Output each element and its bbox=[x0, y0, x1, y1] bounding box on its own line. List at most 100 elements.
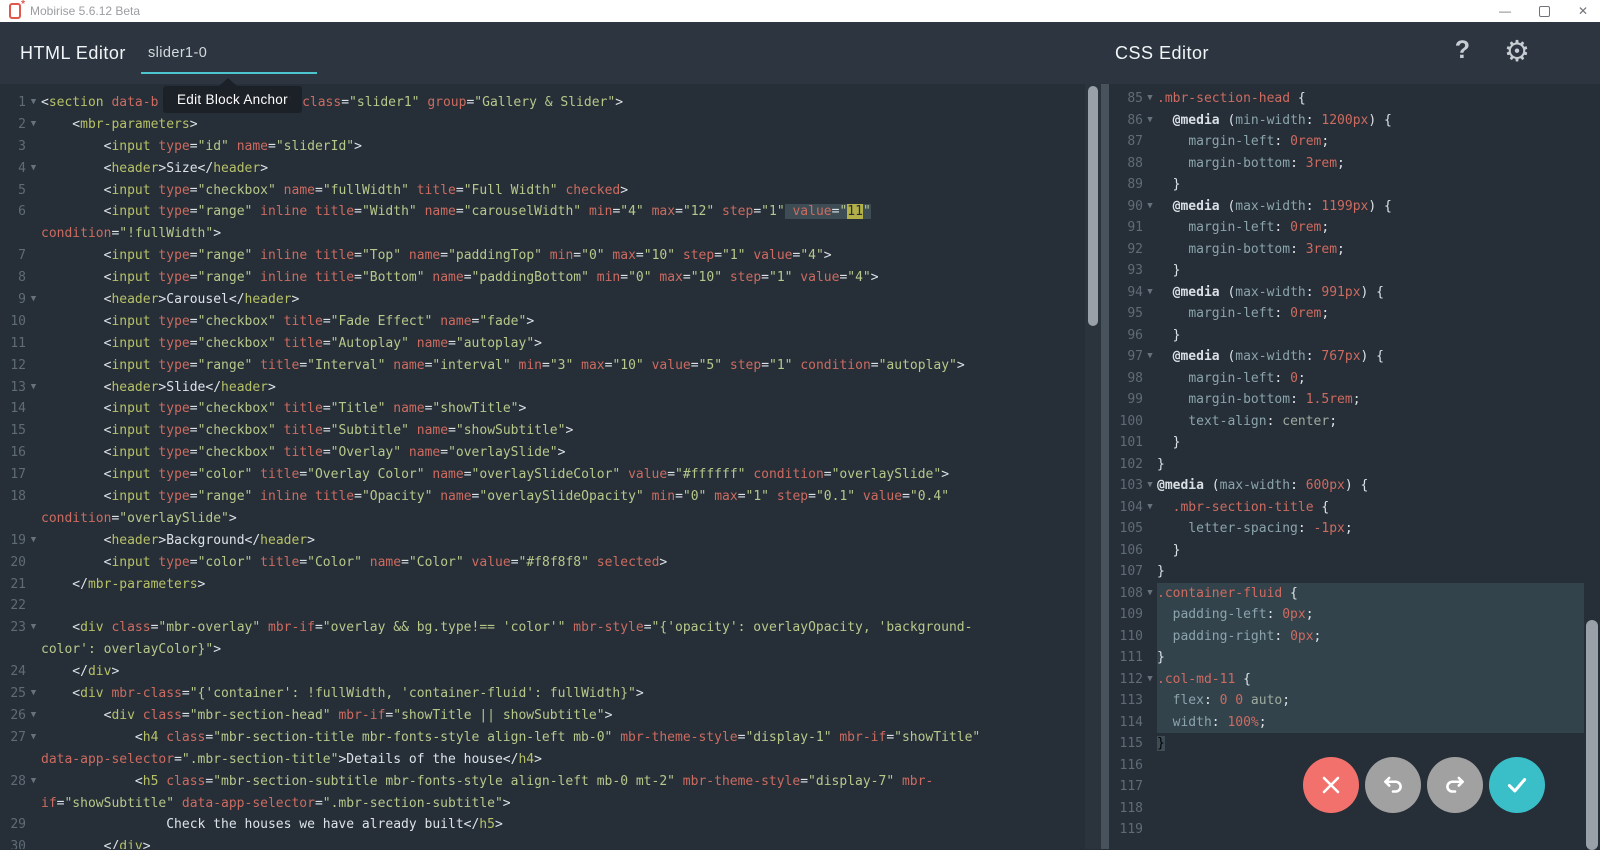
cancel-button[interactable] bbox=[1303, 757, 1359, 813]
code-line[interactable]: 104▼ .mbr-section-title { bbox=[1109, 497, 1584, 519]
fold-arrow-icon[interactable]: ▼ bbox=[1143, 346, 1157, 368]
code-line[interactable]: 112▼.col-md-11 { bbox=[1109, 669, 1584, 691]
code-line[interactable]: 102} bbox=[1109, 454, 1584, 476]
maximize-button[interactable] bbox=[1539, 6, 1550, 17]
fold-arrow-icon[interactable]: ▼ bbox=[26, 92, 41, 114]
fold-arrow-icon[interactable]: ▼ bbox=[26, 705, 41, 727]
code-line[interactable]: 108▼.container-fluid { bbox=[1109, 583, 1584, 605]
fold-arrow-icon[interactable]: ▼ bbox=[1143, 497, 1157, 519]
code-line[interactable]: 15 <input type="checkbox" title="Subtitl… bbox=[0, 420, 1085, 442]
code-line[interactable]: 106 } bbox=[1109, 540, 1584, 562]
html-editor-scrollbar[interactable] bbox=[1085, 84, 1101, 849]
fold-arrow-icon[interactable]: ▼ bbox=[26, 771, 41, 793]
fold-arrow-icon[interactable]: ▼ bbox=[1143, 583, 1157, 605]
fold-arrow-icon[interactable]: ▼ bbox=[1143, 282, 1157, 304]
code-line[interactable]: 93 } bbox=[1109, 260, 1584, 282]
code-line[interactable]: 97▼ @media (max-width: 767px) { bbox=[1109, 346, 1584, 368]
code-line[interactable]: 5 <input type="checkbox" name="fullWidth… bbox=[0, 180, 1085, 202]
code-line[interactable]: 22 bbox=[0, 595, 1085, 617]
fold-arrow-icon[interactable]: ▼ bbox=[1143, 196, 1157, 218]
close-button[interactable]: ✕ bbox=[1578, 0, 1588, 22]
undo-button[interactable] bbox=[1365, 757, 1421, 813]
code-line[interactable]: 8 <input type="range" inline title="Bott… bbox=[0, 267, 1085, 289]
code-line[interactable]: 12 <input type="range" title="Interval" … bbox=[0, 355, 1085, 377]
code-line[interactable]: 4▼ <header>Size</header> bbox=[0, 158, 1085, 180]
code-line[interactable]: 87 margin-left: 0rem; bbox=[1109, 131, 1584, 153]
code-line[interactable]: 11 <input type="checkbox" title="Autopla… bbox=[0, 333, 1085, 355]
code-line[interactable]: 10 <input type="checkbox" title="Fade Ef… bbox=[0, 311, 1085, 333]
fold-arrow-icon[interactable]: ▼ bbox=[26, 377, 41, 399]
code-line[interactable]: 3 <input type="id" name="sliderId"> bbox=[0, 136, 1085, 158]
fold-arrow-icon[interactable]: ▼ bbox=[26, 617, 41, 639]
code-line[interactable]: 96 } bbox=[1109, 325, 1584, 347]
code-line[interactable]: 89 } bbox=[1109, 174, 1584, 196]
code-line[interactable]: 100 text-align: center; bbox=[1109, 411, 1584, 433]
code-line[interactable]: 25▼ <div mbr-class="{'container': !fullW… bbox=[0, 683, 1085, 705]
code-line[interactable]: 20 <input type="color" title="Color" nam… bbox=[0, 552, 1085, 574]
fold-arrow-icon[interactable]: ▼ bbox=[1143, 669, 1157, 691]
fold-arrow-icon[interactable]: ▼ bbox=[1143, 110, 1157, 132]
fold-arrow-icon[interactable]: ▼ bbox=[1143, 475, 1157, 497]
css-code-editor[interactable]: 85▼.mbr-section-head {86▼ @media (min-wi… bbox=[1109, 84, 1584, 849]
gear-icon[interactable]: ⚙ bbox=[1504, 34, 1530, 69]
code-line[interactable]: 29 Check the houses we have already buil… bbox=[0, 814, 1085, 836]
code-line[interactable]: 2▼ <mbr-parameters> bbox=[0, 114, 1085, 136]
code-line[interactable]: 27▼ <h4 class="mbr-section-title mbr-fon… bbox=[0, 727, 1085, 749]
code-line[interactable]: 99 margin-bottom: 1.5rem; bbox=[1109, 389, 1584, 411]
code-line[interactable]: 86▼ @media (min-width: 1200px) { bbox=[1109, 110, 1584, 132]
html-code-editor[interactable]: 1▼<section data-b' class="slider1" group… bbox=[0, 84, 1085, 849]
code-line[interactable]: 21 </mbr-parameters> bbox=[0, 574, 1085, 596]
code-line[interactable]: 119 bbox=[1109, 819, 1584, 841]
code-line[interactable]: 94▼ @media (max-width: 991px) { bbox=[1109, 282, 1584, 304]
code-line[interactable]: if="showSubtitle" data-app-selector=".mb… bbox=[0, 793, 1085, 815]
fold-arrow-icon[interactable]: ▼ bbox=[26, 289, 41, 311]
code-line[interactable]: 88 margin-bottom: 3rem; bbox=[1109, 153, 1584, 175]
code-line[interactable]: 91 margin-left: 0rem; bbox=[1109, 217, 1584, 239]
code-line[interactable]: 13▼ <header>Slide</header> bbox=[0, 377, 1085, 399]
code-line[interactable]: 85▼.mbr-section-head { bbox=[1109, 88, 1584, 110]
code-line[interactable]: 111} bbox=[1109, 647, 1584, 669]
code-line[interactable]: 19▼ <header>Background</header> bbox=[0, 530, 1085, 552]
code-line[interactable]: 7 <input type="range" inline title="Top"… bbox=[0, 245, 1085, 267]
code-line[interactable]: 113 flex: 0 0 auto; bbox=[1109, 690, 1584, 712]
css-editor-scrollbar-thumb[interactable] bbox=[1586, 620, 1598, 850]
code-line[interactable]: 98 margin-left: 0; bbox=[1109, 368, 1584, 390]
code-line[interactable]: 26▼ <div class="mbr-section-head" mbr-if… bbox=[0, 705, 1085, 727]
code-line[interactable]: 9▼ <header>Carousel</header> bbox=[0, 289, 1085, 311]
code-line[interactable]: condition="overlaySlide"> bbox=[0, 508, 1085, 530]
help-icon[interactable]: ? bbox=[1455, 36, 1470, 65]
apply-button[interactable] bbox=[1489, 757, 1545, 813]
code-line[interactable]: 109 padding-left: 0px; bbox=[1109, 604, 1584, 626]
fold-arrow-icon[interactable]: ▼ bbox=[1143, 88, 1157, 110]
code-line[interactable]: 6 <input type="range" inline title="Widt… bbox=[0, 201, 1085, 223]
code-line[interactable]: 18 <input type="range" inline title="Opa… bbox=[0, 486, 1085, 508]
fold-arrow-icon[interactable]: ▼ bbox=[26, 683, 41, 705]
code-line[interactable]: 105 letter-spacing: -1px; bbox=[1109, 518, 1584, 540]
code-line[interactable]: condition="!fullWidth"> bbox=[0, 223, 1085, 245]
code-line[interactable]: 114 width: 100%; bbox=[1109, 712, 1584, 734]
code-line[interactable]: 110 padding-right: 0px; bbox=[1109, 626, 1584, 648]
fold-arrow-icon[interactable]: ▼ bbox=[26, 114, 41, 136]
fold-arrow-icon[interactable]: ▼ bbox=[26, 530, 41, 552]
code-line[interactable]: 16 <input type="checkbox" title="Overlay… bbox=[0, 442, 1085, 464]
code-line[interactable]: 17 <input type="color" title="Overlay Co… bbox=[0, 464, 1085, 486]
html-editor-scrollbar-thumb[interactable] bbox=[1088, 86, 1098, 326]
redo-button[interactable] bbox=[1427, 757, 1483, 813]
code-line[interactable]: 90▼ @media (max-width: 1199px) { bbox=[1109, 196, 1584, 218]
css-editor-scrollbar[interactable] bbox=[1584, 84, 1600, 849]
code-line[interactable]: 14 <input type="checkbox" title="Title" … bbox=[0, 398, 1085, 420]
minimize-button[interactable]: — bbox=[1499, 0, 1511, 22]
code-line[interactable]: 28▼ <h5 class="mbr-section-subtitle mbr-… bbox=[0, 771, 1085, 793]
code-line[interactable]: 92 margin-bottom: 3rem; bbox=[1109, 239, 1584, 261]
code-line[interactable]: 95 margin-left: 0rem; bbox=[1109, 303, 1584, 325]
code-line[interactable]: 24 </div> bbox=[0, 661, 1085, 683]
code-line[interactable]: color': overlayColor}"> bbox=[0, 639, 1085, 661]
tab-slider1-0[interactable]: slider1-0 bbox=[141, 22, 317, 84]
code-line[interactable]: data-app-selector=".mbr-section-title">D… bbox=[0, 749, 1085, 771]
code-line[interactable]: 101 } bbox=[1109, 432, 1584, 454]
code-line[interactable]: 115} bbox=[1109, 733, 1584, 755]
code-line[interactable]: 23▼ <div class="mbr-overlay" mbr-if="ove… bbox=[0, 617, 1085, 639]
code-line[interactable]: 107} bbox=[1109, 561, 1584, 583]
code-line[interactable]: 103▼@media (max-width: 600px) { bbox=[1109, 475, 1584, 497]
fold-arrow-icon[interactable]: ▼ bbox=[26, 727, 41, 749]
